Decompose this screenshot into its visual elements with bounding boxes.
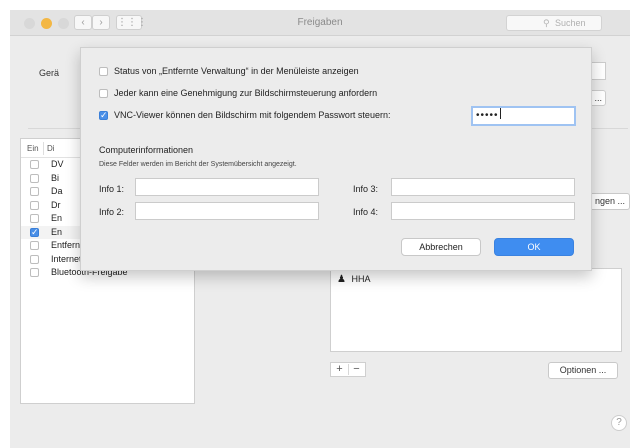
remote-management-sheet: Status von „Entfernte Verwaltung“ in der… <box>80 47 592 271</box>
search-icon: ⚲ <box>543 18 550 28</box>
info1-field[interactable] <box>135 178 319 196</box>
user-item[interactable]: ♟ HHA <box>337 274 371 285</box>
info3-label: Info 3: <box>353 184 379 194</box>
service-checkbox[interactable] <box>30 254 39 264</box>
info2-field[interactable] <box>135 202 319 220</box>
add-user-button[interactable]: + <box>331 363 348 376</box>
service-label: Bi <box>51 172 60 183</box>
user-name: HHA <box>351 274 371 284</box>
computer-info-title: Computerinformationen <box>99 145 194 155</box>
service-checkbox[interactable] <box>30 187 39 196</box>
service-checkbox[interactable] <box>30 241 39 250</box>
header-ein: Ein <box>27 144 39 153</box>
info4-label: Info 4: <box>353 207 379 217</box>
option-vnc-password-label: VNC-Viewer können den Bildschirm mit fol… <box>114 110 391 120</box>
service-checkbox[interactable] <box>30 214 39 223</box>
checkbox-request-permission[interactable] <box>99 89 108 98</box>
computer-info-description: Diese Felder werden im Bericht der Syste… <box>99 161 297 168</box>
cancel-button[interactable]: Abbrechen <box>401 238 481 256</box>
service-checkbox[interactable] <box>30 227 39 238</box>
service-checkbox[interactable] <box>30 268 39 277</box>
ok-button[interactable]: OK <box>494 238 574 256</box>
password-mask: ••••• <box>476 110 499 121</box>
info3-field[interactable] <box>391 178 575 196</box>
checkbox-show-status[interactable] <box>99 67 108 76</box>
service-checkbox[interactable] <box>30 160 39 169</box>
vnc-password-field[interactable]: ••••• <box>471 106 576 126</box>
preferences-window: ‹ › ⋮⋮⋮ Freigaben ⚲ Suchen Gerä ... Ein … <box>10 10 630 448</box>
info1-label: Info 1: <box>99 184 125 194</box>
checkbox-vnc-password[interactable] <box>99 110 108 121</box>
header-separator <box>43 142 44 155</box>
options-button[interactable]: Optionen ... <box>548 362 618 379</box>
remove-user-button[interactable]: − <box>348 363 365 376</box>
text-caret <box>499 108 501 119</box>
service-label: Dr <box>51 199 61 210</box>
service-label: DV <box>51 159 64 169</box>
search-field[interactable]: ⚲ Suchen <box>506 15 602 31</box>
service-label: En <box>51 226 63 237</box>
info2-label: Info 2: <box>99 207 125 217</box>
service-label: En <box>51 213 63 223</box>
service-checkbox[interactable] <box>30 173 39 183</box>
title-bar: ‹ › ⋮⋮⋮ Freigaben ⚲ Suchen <box>10 10 630 36</box>
header-dienst: Di <box>47 144 55 153</box>
option-request-permission-label: Jeder kann eine Genehmigung zur Bildschi… <box>114 88 378 98</box>
service-label: Da <box>51 186 63 196</box>
service-checkbox[interactable] <box>30 200 39 210</box>
search-placeholder: Suchen <box>555 18 586 28</box>
control-split <box>348 364 349 375</box>
option-show-status-label: Status von „Entfernte Verwaltung“ in der… <box>114 66 359 76</box>
info4-field[interactable] <box>391 202 575 220</box>
computer-name-label: Gerä <box>39 68 60 78</box>
help-icon[interactable]: ? <box>611 415 627 431</box>
add-remove-control: + − <box>330 362 366 377</box>
users-list: ♟ HHA <box>330 268 622 352</box>
user-icon: ♟ <box>337 274 346 285</box>
